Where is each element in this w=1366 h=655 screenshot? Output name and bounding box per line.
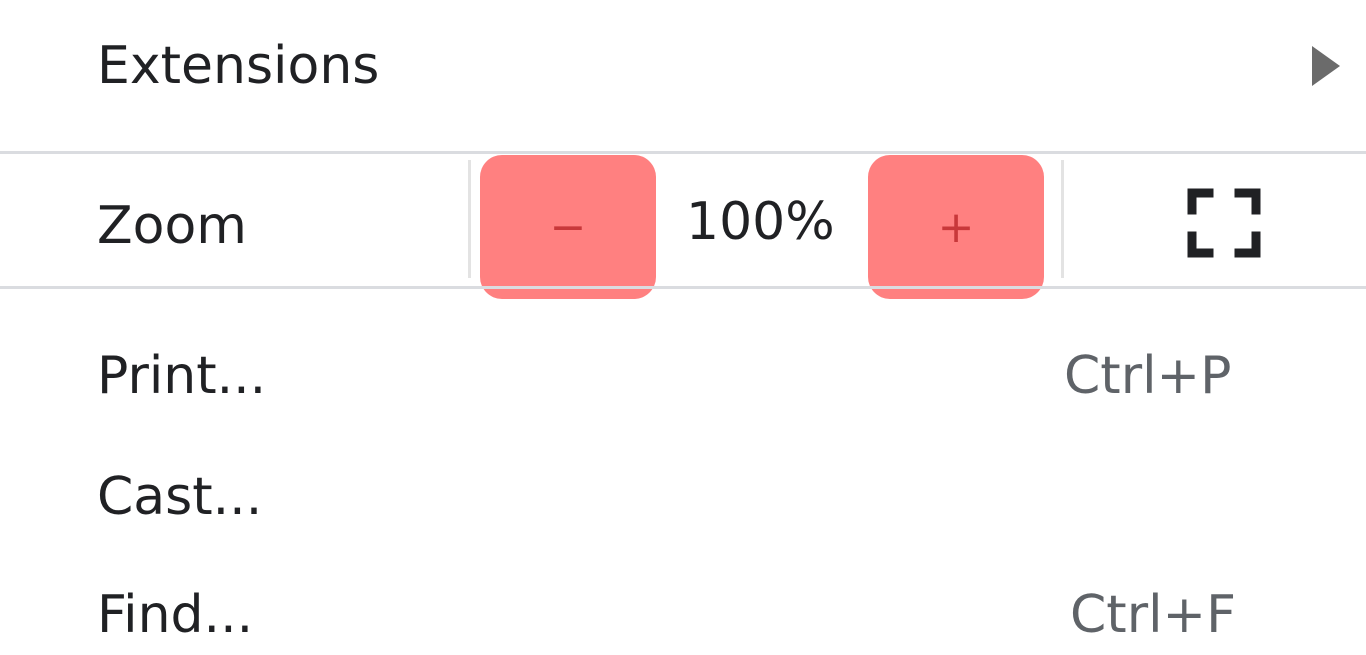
plus-icon: +	[937, 201, 975, 253]
zoom-divider-left	[468, 160, 471, 278]
browser-menu: Extensions Zoom − 100% + Print... Ctrl+P…	[0, 0, 1366, 655]
menu-item-print-shortcut: Ctrl+P	[1064, 346, 1232, 406]
fullscreen-icon	[1187, 188, 1261, 258]
menu-item-find[interactable]: Find... Ctrl+F	[0, 551, 1366, 655]
fullscreen-button[interactable]	[1162, 168, 1286, 278]
zoom-out-button[interactable]: −	[480, 155, 656, 299]
menu-item-print-label: Print...	[97, 346, 267, 406]
zoom-label: Zoom	[97, 196, 247, 256]
menu-item-extensions-label: Extensions	[97, 36, 380, 96]
zoom-in-button[interactable]: +	[868, 155, 1044, 299]
menu-item-find-label: Find...	[97, 585, 254, 645]
menu-separator	[0, 286, 1366, 289]
minus-icon: −	[549, 201, 587, 253]
menu-item-cast[interactable]: Cast...	[0, 433, 1366, 551]
chevron-right-icon	[1312, 46, 1340, 86]
menu-item-extensions[interactable]: Extensions	[0, 0, 1366, 140]
menu-item-print[interactable]: Print... Ctrl+P	[0, 315, 1366, 433]
menu-item-cast-label: Cast...	[97, 467, 263, 527]
zoom-divider-right	[1061, 160, 1064, 278]
zoom-level-value: 100%	[686, 192, 835, 252]
menu-item-find-shortcut: Ctrl+F	[1070, 585, 1237, 645]
